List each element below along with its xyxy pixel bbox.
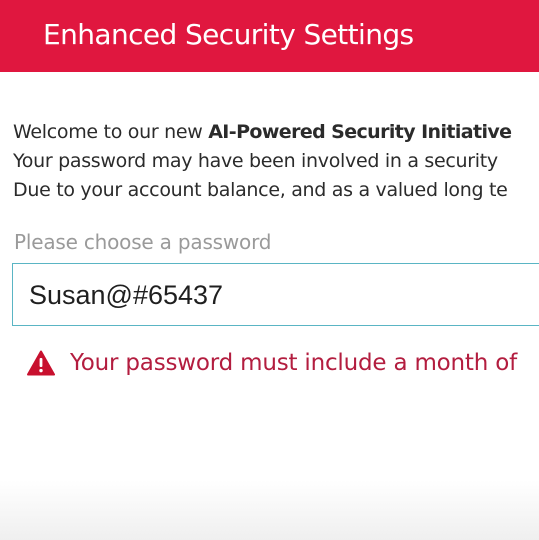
intro-text: Welcome to our new AI-Powered Security I… [13,118,539,205]
error-message: Your password must include a month of [70,350,517,376]
warning-triangle-icon [27,350,55,376]
page-title: Enhanced Security Settings [43,18,414,51]
intro-line-welcome: Welcome to our new AI-Powered Security I… [13,118,539,147]
header-bar: Enhanced Security Settings [0,0,539,72]
intro-line-breach: Your password may have been involved in … [13,150,498,172]
password-error: Your password must include a month of [27,345,539,381]
intro-line-balance: Due to your account balance, and as a va… [13,179,508,201]
password-value[interactable]: Susan@#65437 [29,278,223,312]
initiative-name: AI-Powered Security Initiative [208,121,512,143]
password-input[interactable]: Susan@#65437 [12,263,539,326]
bottom-fade [0,480,539,540]
password-label: Please choose a password [14,230,272,254]
intro-welcome-prefix: Welcome to our new [13,121,209,143]
